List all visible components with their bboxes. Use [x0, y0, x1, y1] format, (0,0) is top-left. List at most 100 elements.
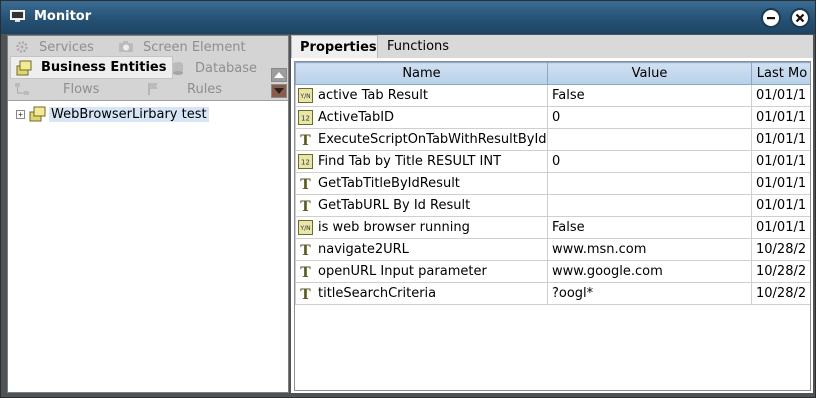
gear-icon	[16, 41, 28, 53]
svg-text:T: T	[300, 265, 311, 279]
text-icon: T	[300, 177, 311, 191]
integer-icon: 12	[298, 110, 313, 125]
property-name: Find Tab by Title RESULT INT	[318, 154, 502, 169]
tab-properties[interactable]: Properties	[291, 35, 378, 58]
nav-item-screen-element[interactable]: Screen Element	[118, 37, 246, 57]
text-icon: T	[300, 287, 311, 301]
close-button[interactable]	[790, 8, 810, 28]
property-name: navigate2URL	[318, 242, 409, 257]
tab-functions-label: Functions	[387, 39, 450, 54]
window-title: Monitor	[34, 9, 92, 24]
monitor-icon	[10, 10, 25, 22]
cell-value[interactable]: 0	[547, 106, 752, 129]
svg-text:T: T	[300, 133, 311, 147]
minus-icon	[767, 17, 775, 20]
entity-tree[interactable]: + WebBrowserLirbary test	[8, 100, 288, 392]
svg-text:12: 12	[301, 159, 310, 167]
svg-text:12: 12	[301, 115, 310, 123]
table-row[interactable]: Tnavigate2URL www.msn.com 10/28/2	[295, 238, 810, 261]
cell-name[interactable]: Tnavigate2URL	[295, 238, 548, 261]
text-icon: T	[300, 199, 311, 213]
cell-name[interactable]: T GetTabURL By Id Result	[295, 194, 548, 217]
cell-name-content: 12 ActiveTabID	[298, 110, 543, 125]
arrow-down-icon	[274, 88, 284, 94]
nav-item-flows[interactable]: Flows	[14, 79, 99, 99]
tab-strip: Properties Functions	[291, 35, 813, 58]
cell-value[interactable]	[547, 194, 752, 217]
svg-text:Y/N: Y/N	[299, 225, 310, 232]
category-nav: Services Screen Element Business Entitie…	[8, 36, 288, 100]
cell-name[interactable]: TtitleSearchCriteria	[295, 282, 548, 305]
cell-name[interactable]: 12 ActiveTabID	[295, 106, 548, 129]
table-row[interactable]: T ExecuteScriptOnTabWithResultById 01/01/1	[295, 128, 810, 151]
boolean-icon: Y/N	[298, 220, 313, 235]
column-header-value[interactable]: Value	[547, 62, 752, 85]
column-header-last-modified[interactable]: Last Mo	[751, 62, 810, 85]
property-name: GetTabURL By Id Result	[318, 198, 471, 213]
monitor-window: Monitor Services Screen Element Business…	[0, 0, 816, 398]
svg-text:T: T	[300, 243, 311, 257]
column-header-name[interactable]: Name	[295, 62, 548, 85]
cell-name[interactable]: Y/N active Tab Result	[295, 84, 548, 107]
camera-icon	[119, 41, 133, 52]
nav-item-database[interactable]: Database	[170, 58, 257, 78]
cell-value[interactable]	[547, 128, 752, 151]
tab-functions[interactable]: Functions	[379, 35, 459, 58]
cell-value[interactable]: False	[547, 216, 752, 239]
business-entity-icon	[16, 60, 32, 75]
property-name: GetTabTitleByIdResult	[318, 176, 460, 191]
cell-last-modified: 01/01/1	[751, 150, 810, 173]
close-icon	[795, 13, 805, 23]
properties-grid[interactable]: Name Value Last Mo Y/N active Tab Result F…	[294, 61, 811, 391]
title-bar[interactable]: Monitor	[1, 1, 815, 34]
table-row[interactable]: 12 Find Tab by Title RESULT INT 0 01/01/1	[295, 150, 810, 173]
table-row[interactable]: Y/N is web browser running False 01/01/1	[295, 216, 810, 239]
svg-text:Y/N: Y/N	[299, 93, 310, 100]
cell-name-content: Y/N is web browser running	[298, 220, 543, 235]
grid-header-row: Name Value Last Mo	[295, 62, 810, 85]
svg-text:T: T	[300, 199, 311, 213]
cell-name-content: T ExecuteScriptOnTabWithResultById	[298, 132, 546, 147]
svg-text:T: T	[300, 177, 311, 191]
nav-item-services[interactable]: Services	[14, 37, 94, 57]
cell-value[interactable]: www.msn.com	[547, 238, 752, 261]
cell-name-content: T GetTabURL By Id Result	[298, 198, 543, 213]
cell-value[interactable]: www.google.com	[547, 260, 752, 283]
minimize-button[interactable]	[761, 8, 781, 28]
cell-value[interactable]	[547, 172, 752, 195]
cell-value[interactable]: ?oogl*	[547, 282, 752, 305]
table-row[interactable]: TtitleSearchCriteria ?oogl* 10/28/2	[295, 282, 810, 305]
nav-label-flows: Flows	[63, 81, 100, 97]
tree-node-label[interactable]: WebBrowserLirbary test	[49, 106, 209, 122]
nav-scroll-up-button[interactable]	[271, 68, 287, 82]
table-row[interactable]: T GetTabURL By Id Result 01/01/1	[295, 194, 810, 217]
nav-scroll-down-button[interactable]	[271, 84, 287, 98]
cell-last-modified: 10/28/2	[751, 238, 810, 261]
nav-label-screen-element: Screen Element	[143, 39, 246, 55]
expand-toggle[interactable]: +	[16, 109, 25, 119]
arrow-up-icon	[274, 72, 284, 78]
cell-name-content: 12 Find Tab by Title RESULT INT	[298, 154, 543, 169]
table-row[interactable]: T GetTabTitleByIdResult 01/01/1	[295, 172, 810, 195]
cell-name-content: TtitleSearchCriteria	[298, 286, 543, 301]
cell-name[interactable]: T GetTabTitleByIdResult	[295, 172, 548, 195]
nav-label-rules: Rules	[187, 81, 223, 97]
nav-item-business-entities[interactable]: Business Entities	[10, 56, 173, 79]
cell-name[interactable]: Y/N is web browser running	[295, 216, 548, 239]
table-row[interactable]: Y/N active Tab Result False 01/01/1	[295, 84, 810, 107]
tree-node-root[interactable]: + WebBrowserLirbary test	[16, 105, 209, 123]
nav-item-rules[interactable]: Rules	[146, 79, 222, 99]
table-row[interactable]: 12 ActiveTabID 0 01/01/1	[295, 106, 810, 129]
cell-value[interactable]: False	[547, 84, 752, 107]
table-row[interactable]: TopenURL Input parameter www.google.com 10…	[295, 260, 810, 283]
nav-label-business-entities: Business Entities	[41, 60, 167, 75]
cell-name[interactable]: T ExecuteScriptOnTabWithResultById	[295, 128, 548, 151]
cell-last-modified: 10/28/2	[751, 282, 810, 305]
cell-name[interactable]: TopenURL Input parameter	[295, 260, 548, 283]
tab-properties-label: Properties	[300, 39, 377, 55]
cell-value[interactable]: 0	[547, 150, 752, 173]
property-name: ExecuteScriptOnTabWithResultById	[318, 132, 547, 147]
business-entity-icon	[29, 106, 46, 122]
cell-name[interactable]: 12 Find Tab by Title RESULT INT	[295, 150, 548, 173]
boolean-icon: Y/N	[298, 88, 313, 103]
